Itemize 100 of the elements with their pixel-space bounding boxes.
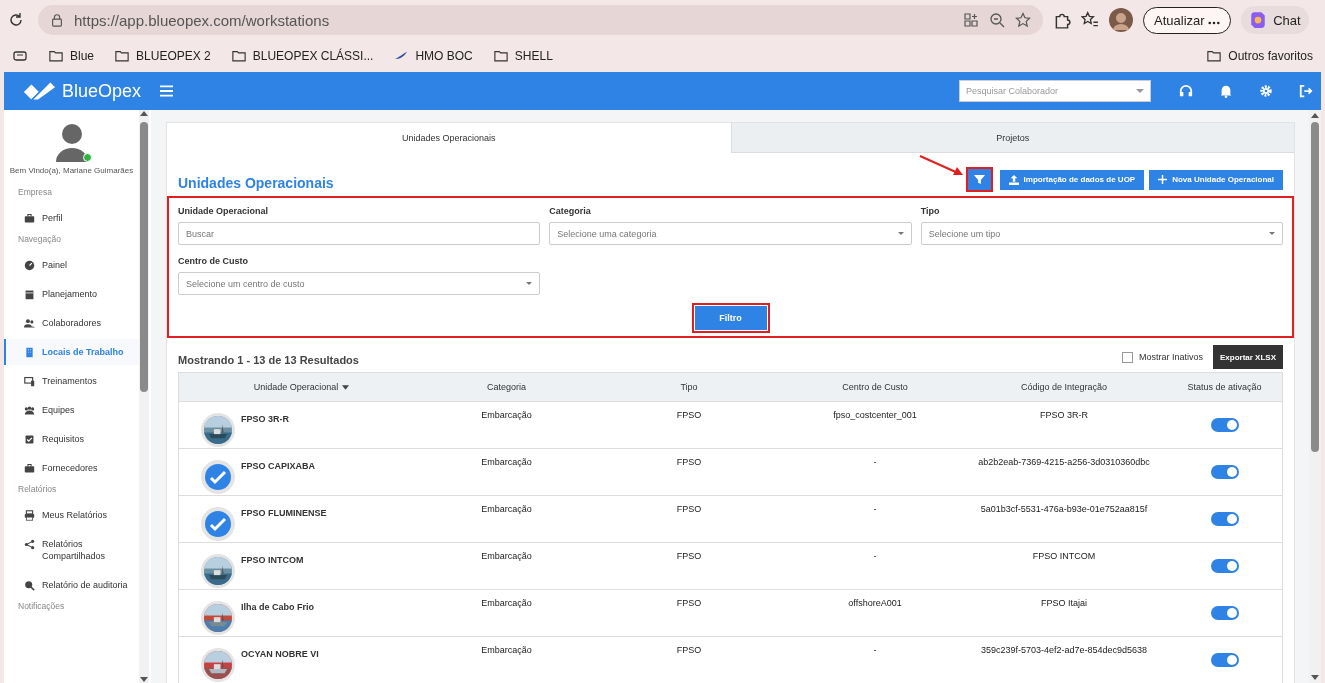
scroll-down-icon[interactable] (1311, 675, 1319, 681)
bookmark[interactable]: Blue (48, 49, 95, 63)
menu-icon[interactable] (160, 85, 173, 97)
bell-icon[interactable] (1219, 84, 1233, 98)
folder-icon (230, 49, 247, 63)
zoom-out-icon[interactable] (989, 12, 1005, 28)
unit-name-cell: OCYAN NOBRE VI (179, 637, 424, 683)
tab[interactable]: Projetos (730, 123, 1294, 153)
search-icon (24, 580, 35, 591)
bookmark[interactable]: BLUEOPEX 2 (114, 49, 211, 63)
nav-item[interactable]: Meus Relatórios (4, 502, 139, 528)
section-label: Navegação (17, 234, 62, 244)
column-header: Status de ativação (1186, 382, 1263, 392)
unit-name-cell: FPSO 3R-R (179, 402, 424, 448)
section-label: Notificações (17, 601, 66, 611)
settings-icon[interactable] (1259, 84, 1273, 98)
folder-icon (114, 49, 131, 63)
avatar-icon[interactable] (1109, 8, 1133, 32)
toggle-switch[interactable] (1210, 606, 1239, 620)
toggle-switch[interactable] (1210, 418, 1239, 432)
select-field[interactable]: Selecione uma categoria (549, 222, 912, 245)
nav-item[interactable]: Relatórios Compartilhados (4, 531, 139, 569)
bookmark[interactable]: SHELL (492, 49, 553, 63)
calendar-icon (24, 289, 35, 300)
scrollbar-thumb[interactable] (1311, 122, 1319, 452)
table-cell-text: Embarcação (480, 503, 533, 516)
grid-plus-icon[interactable] (963, 12, 979, 28)
column-header: Tipo (679, 382, 699, 392)
address-bar[interactable]: https://app.blueopex.com/workstations (38, 5, 1043, 35)
chat-button[interactable]: Chat (1241, 6, 1309, 34)
section-label: Empresa (17, 187, 53, 197)
check-logo-icon (204, 463, 232, 491)
nav-item[interactable]: Locais de Trabalho (4, 339, 139, 365)
scroll-down-icon[interactable] (140, 677, 148, 683)
briefcase-icon (24, 463, 35, 474)
table-cell-text: offshoreA001 (847, 597, 903, 610)
nav-item[interactable]: Equipes (4, 397, 139, 423)
table-cell-text: ab2b2eab-7369-4215-a256-3d0310360dbc (977, 456, 1151, 469)
briefcase-icon (24, 213, 35, 224)
nav-item[interactable]: Painel (4, 252, 139, 278)
table-cell-text: - (872, 503, 878, 516)
table-cell-text: 359c239f-5703-4ef2-ad7e-854dec9d5638 (979, 644, 1149, 657)
table-cell-text: Embarcação (480, 550, 533, 563)
building-icon (24, 347, 35, 358)
unit-name-cell: Ilha de Cabo Frio (179, 590, 424, 636)
import-button[interactable]: Importação de dados de UOP (999, 169, 1145, 190)
puzzle-icon[interactable] (1053, 11, 1071, 29)
nav-item[interactable]: Requisitos (4, 426, 139, 452)
new-unit-button[interactable]: Nova Unidade Operacional (1149, 169, 1283, 190)
unit-name-cell: FPSO INTCOM (179, 543, 424, 589)
scroll-up-icon[interactable] (1311, 112, 1319, 118)
table-cell-text: - (872, 550, 878, 563)
search-field[interactable]: Buscar (178, 222, 541, 245)
toggle-switch[interactable] (1210, 653, 1239, 667)
lock-icon (50, 13, 64, 27)
bookmark[interactable]: HMO BOC (393, 49, 473, 63)
table-cell-text: FPSO (675, 644, 703, 657)
checkbox[interactable] (1121, 351, 1133, 363)
headset-icon[interactable] (1179, 84, 1193, 98)
annotation-arrow (918, 155, 965, 177)
nav-item[interactable]: Colaboradores (4, 310, 139, 336)
favorites-icon[interactable] (1081, 11, 1099, 29)
scrollbar-thumb[interactable] (140, 122, 148, 392)
select-field[interactable]: Selecione um tipo (920, 222, 1283, 245)
nav-item[interactable]: Perfil (4, 205, 139, 231)
column-header: Centro de Custo (841, 382, 909, 392)
reload-icon[interactable] (8, 12, 24, 28)
field-label: Tipo (920, 206, 941, 216)
star-icon[interactable] (1015, 12, 1031, 28)
nav-item[interactable]: Planejamento (4, 281, 139, 307)
update-button[interactable]: Atualizar (1143, 6, 1232, 34)
nav-item[interactable]: Relatório de auditoria (4, 572, 139, 598)
chat-logo-icon (1249, 11, 1268, 29)
bookmark[interactable]: BLUEOPEX CLÁSSI... (230, 49, 374, 63)
table-cell-text: FPSO (675, 409, 703, 422)
apply-filter-button[interactable]: Filtro (691, 303, 770, 333)
table-cell-text: Embarcação (480, 644, 533, 657)
bookmark[interactable]: Outros favoritos (1206, 49, 1313, 63)
toggle-switch[interactable] (1210, 465, 1239, 479)
nav-item[interactable]: Fornecedores (4, 455, 139, 481)
select-field[interactable]: Selecione um centro de custo (178, 272, 541, 295)
export-button[interactable]: Exportar XLSX (1213, 345, 1283, 369)
tab-actions-icon[interactable] (12, 48, 28, 64)
filter-button[interactable] (965, 167, 993, 192)
gauge-icon (24, 260, 35, 271)
toggle-switch[interactable] (1210, 512, 1239, 526)
unit-name-cell: FPSO FLUMINENSE (179, 496, 424, 542)
more-icon (1208, 20, 1221, 25)
table-cell-text: FPSO (675, 456, 703, 469)
check-logo-icon (204, 510, 232, 538)
table-cell-text: Embarcação (480, 597, 533, 610)
brand-name: BlueOpex (62, 80, 142, 102)
folder-icon (48, 49, 64, 63)
table-cell-text: FPSO INTCOM (1031, 550, 1097, 563)
plus-icon (1158, 175, 1168, 184)
toggle-switch[interactable] (1210, 559, 1239, 573)
nav-item[interactable]: Treinamentos (4, 368, 139, 394)
checkbox-icon (24, 434, 35, 445)
logout-icon[interactable] (1299, 84, 1313, 98)
column-header[interactable]: Unidade Operacional (179, 382, 424, 392)
